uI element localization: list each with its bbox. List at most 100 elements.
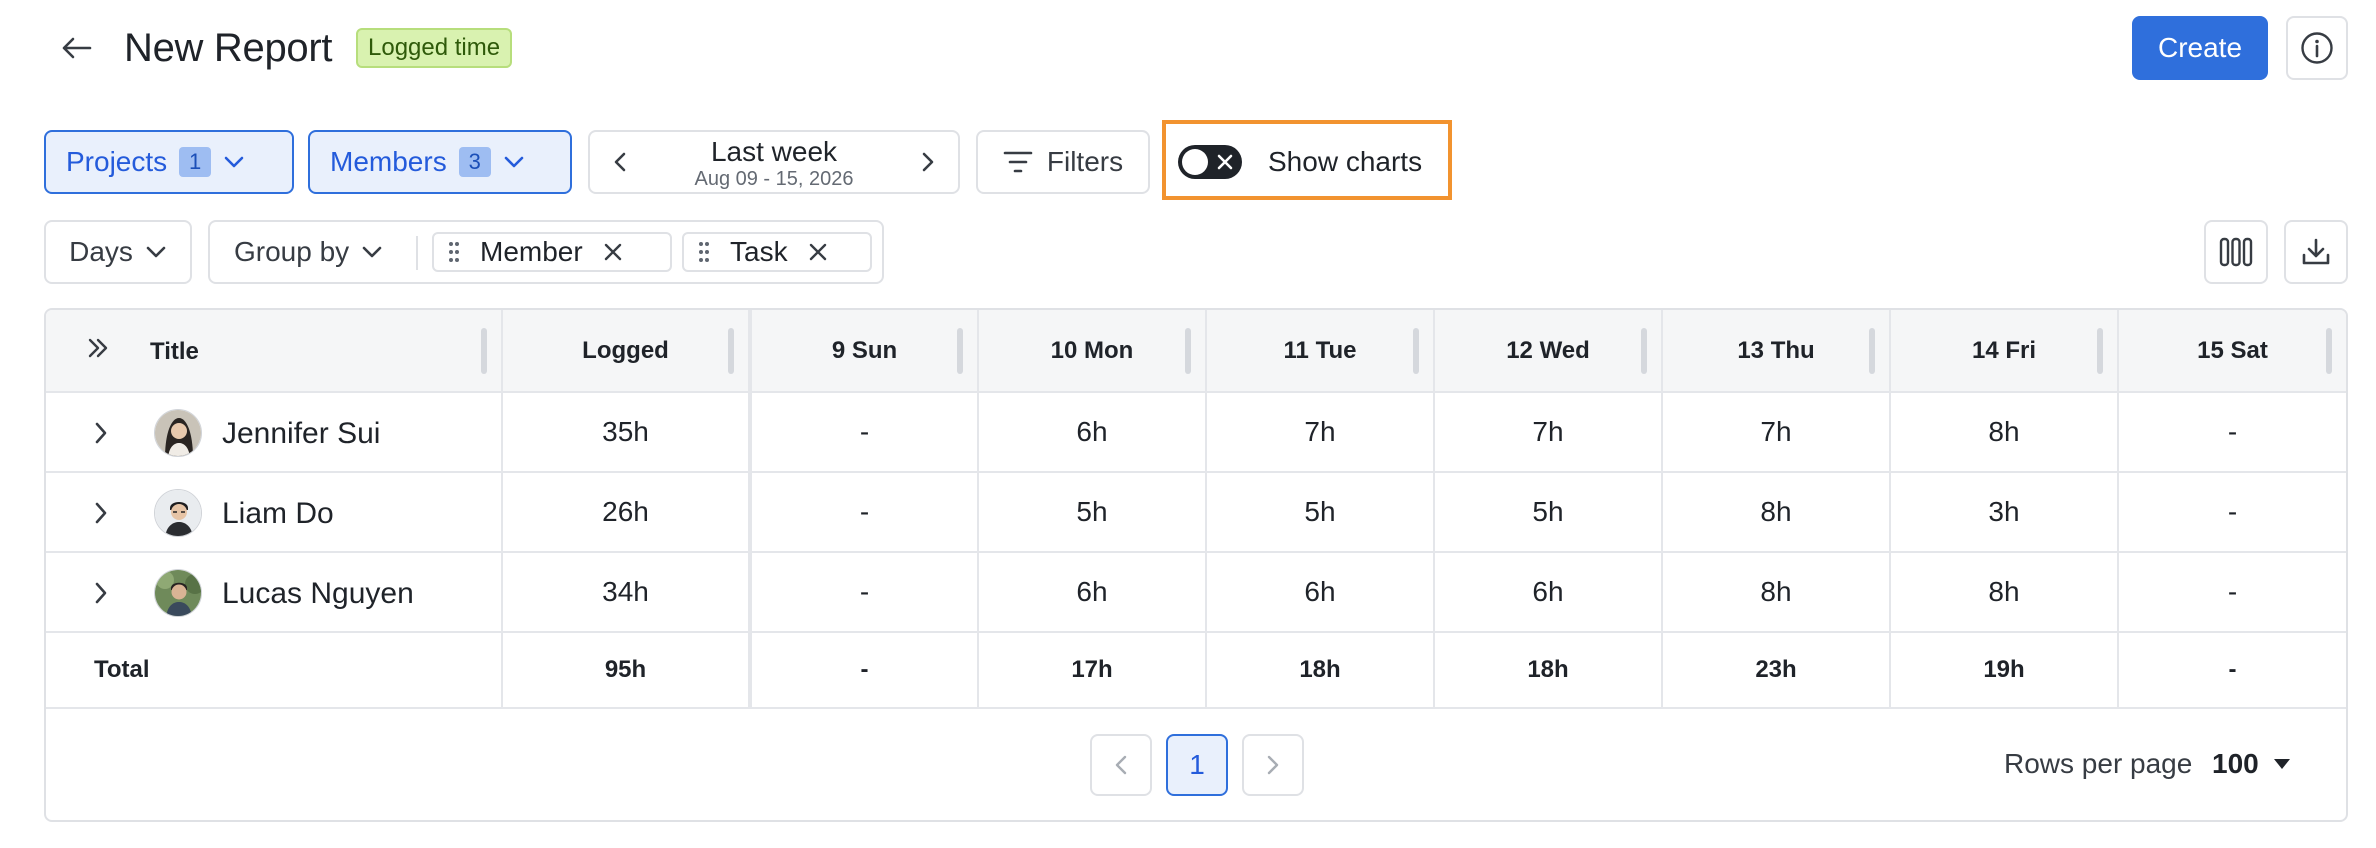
day-cell: 7h (1206, 392, 1435, 473)
date-range-label: Last week (710, 136, 838, 167)
filters-button[interactable]: Filters (976, 130, 1150, 194)
next-page-button[interactable] (1242, 734, 1304, 796)
column-resize-handle[interactable] (1869, 328, 1875, 374)
column-resize-handle[interactable] (957, 328, 963, 374)
total-row: Total 95h - 17h 18h 18h 23h 19h - (46, 632, 2346, 709)
logged-cell: 26h (502, 472, 752, 553)
members-filter[interactable]: Members 3 (308, 130, 572, 194)
chevron-down-icon (362, 246, 382, 258)
day-cell: 5h (978, 472, 1207, 553)
column-header-label: 15 Sat (2197, 336, 2268, 364)
total-day-cell: 23h (1662, 632, 1891, 709)
expand-row-icon[interactable] (94, 421, 108, 445)
remove-tag-icon[interactable] (603, 242, 623, 262)
info-icon (2301, 32, 2333, 64)
column-header-label: 13 Thu (1737, 336, 1815, 364)
column-header-day: 14 Fri (1890, 310, 2119, 393)
download-icon (2302, 238, 2330, 265)
toggle-switch[interactable] (1178, 145, 1242, 179)
column-resize-handle[interactable] (481, 328, 487, 374)
expand-all-icon[interactable] (86, 336, 110, 360)
day-cell: 8h (1890, 392, 2119, 473)
day-cell: 7h (1662, 392, 1891, 473)
drag-handle-icon[interactable] (698, 241, 710, 263)
column-resize-handle[interactable] (728, 328, 734, 374)
column-resize-handle[interactable] (1185, 328, 1191, 374)
rows-per-page-value: 100 (2212, 748, 2259, 779)
page-button-current[interactable]: 1 (1166, 734, 1228, 796)
previous-page-button[interactable] (1090, 734, 1152, 796)
period-select-label: Days (69, 236, 133, 267)
group-by-label: Group by (234, 236, 350, 267)
rows-per-page-label: Rows per page (2004, 748, 2193, 779)
table-row: Liam Do 26h - 5h 5h 5h 8h 3h - (46, 472, 2346, 553)
column-header-label: Logged (582, 336, 669, 364)
avatar (154, 409, 202, 457)
logged-cell: 34h (502, 552, 752, 633)
chevron-down-icon (504, 156, 524, 168)
date-range-picker[interactable]: Last week Aug 09 - 15, 2026 (588, 130, 960, 194)
download-button[interactable] (2284, 220, 2348, 284)
day-cell: - (2118, 552, 2346, 633)
total-day-cell: 18h (1434, 632, 1663, 709)
avatar (154, 489, 202, 537)
column-header-day: 13 Thu (1662, 310, 1891, 393)
columns-button[interactable] (2204, 220, 2268, 284)
create-button[interactable]: Create (2132, 16, 2268, 80)
divider (416, 236, 418, 270)
day-cell: - (2118, 472, 2346, 553)
column-header-title: Title (46, 310, 503, 393)
day-cell: 6h (978, 552, 1207, 633)
column-header-label: Title (150, 338, 199, 365)
period-select[interactable]: Days (44, 220, 192, 284)
total-day-cell: 18h (1206, 632, 1435, 709)
rows-per-page-select[interactable]: 100 (2212, 742, 2291, 786)
expand-row-icon[interactable] (94, 581, 108, 605)
avatar (154, 569, 202, 617)
group-tag-label: Task (730, 236, 788, 267)
back-button[interactable] (52, 24, 100, 72)
filter-icon (1003, 151, 1033, 173)
day-cell: 6h (1434, 552, 1663, 633)
drag-handle-icon[interactable] (448, 241, 460, 263)
total-day-cell: 19h (1890, 632, 2119, 709)
column-resize-handle[interactable] (2326, 328, 2332, 374)
previous-period-button[interactable] (590, 132, 650, 192)
projects-count-badge: 1 (179, 147, 212, 177)
member-name: Lucas Nguyen (222, 577, 414, 610)
info-button[interactable] (2286, 16, 2348, 80)
pagination: 1 Rows per page 100 (46, 708, 2346, 820)
group-by-box: Group by Member Task (208, 220, 884, 284)
column-resize-handle[interactable] (2097, 328, 2103, 374)
column-header-day: 9 Sun (750, 310, 979, 393)
arrow-left-icon (62, 37, 92, 59)
day-cell: - (750, 392, 979, 473)
total-label: Total (46, 632, 503, 709)
column-header-label: 9 Sun (831, 336, 898, 364)
expand-row-icon[interactable] (94, 501, 108, 525)
group-tag-member: Member (432, 232, 672, 272)
column-header-logged: Logged (502, 310, 752, 393)
day-cell: 8h (1890, 552, 2119, 633)
report-table: Title Logged 9 Sun 10 Mon 11 Tue 12 Wed … (44, 308, 2348, 822)
total-day-cell: 17h (978, 632, 1207, 709)
projects-filter[interactable]: Projects 1 (44, 130, 294, 194)
column-resize-handle[interactable] (1413, 328, 1419, 374)
column-header-day: 15 Sat (2118, 310, 2346, 393)
next-period-button[interactable] (898, 132, 958, 192)
column-resize-handle[interactable] (1641, 328, 1647, 374)
show-charts-toggle[interactable]: Show charts (1178, 132, 1422, 192)
close-icon (1217, 154, 1233, 170)
column-header-day: 10 Mon (978, 310, 1207, 393)
member-cell: Lucas Nguyen (46, 552, 503, 633)
group-tag-label: Member (480, 236, 583, 267)
column-header-label: 12 Wed (1506, 336, 1590, 364)
day-cell: 3h (1890, 472, 2119, 553)
group-by-dropdown[interactable]: Group by (234, 222, 383, 282)
page-title: New Report (124, 26, 333, 70)
caret-down-icon (2273, 759, 2290, 769)
remove-tag-icon[interactable] (808, 242, 828, 262)
column-header-label: 10 Mon (1050, 336, 1134, 364)
members-count-badge: 3 (458, 147, 491, 177)
column-header-label: 11 Tue (1283, 336, 1357, 364)
